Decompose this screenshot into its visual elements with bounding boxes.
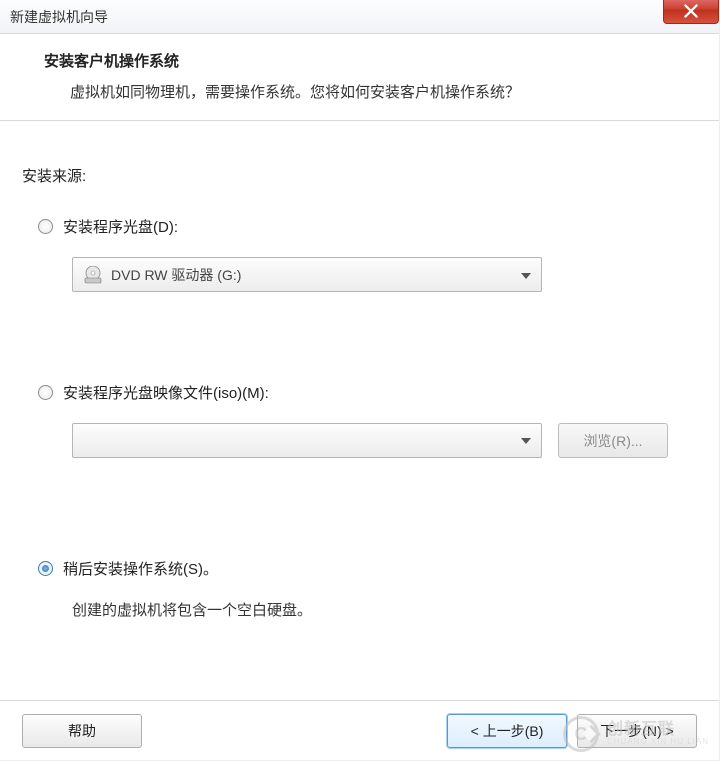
chevron-down-icon <box>511 424 541 457</box>
drive-select[interactable]: DVD RW 驱动器 (G:) <box>72 257 542 292</box>
chevron-down-icon <box>521 267 531 282</box>
titlebar: 新建虚拟机向导 <box>0 0 719 34</box>
iso-path-select[interactable] <box>72 423 542 458</box>
help-button[interactable]: 帮助 <box>22 714 142 748</box>
next-button-label: 下一步(N) > <box>600 721 674 741</box>
wizard-header: 安装客户机操作系统 虚拟机如同物理机，需要操作系统。您将如何安装客户机操作系统？ <box>0 34 719 121</box>
back-button-label: < 上一步(B) <box>471 721 544 741</box>
install-later-note: 创建的虚拟机将包含一个空白硬盘。 <box>72 599 697 620</box>
browse-button-label: 浏览(R)... <box>583 431 642 451</box>
radio-label: 安装程序光盘(D): <box>63 216 178 237</box>
drive-selected-value: DVD RW 驱动器 (G:) <box>111 265 521 285</box>
wizard-content: 安装客户机操作系统 虚拟机如同物理机，需要操作系统。您将如何安装客户机操作系统？… <box>0 34 719 620</box>
install-source-label: 安装来源: <box>22 165 697 186</box>
radio-icon <box>38 385 53 400</box>
page-title: 安装客户机操作系统 <box>44 50 697 71</box>
back-button[interactable]: < 上一步(B) <box>447 714 567 748</box>
page-description: 虚拟机如同物理机，需要操作系统。您将如何安装客户机操作系统？ <box>44 81 697 102</box>
iso-path-value <box>73 434 511 448</box>
radio-iso-file[interactable]: 安装程序光盘映像文件(iso)(M): <box>38 382 697 403</box>
window-title: 新建虚拟机向导 <box>10 7 108 27</box>
radio-install-later[interactable]: 稍后安装操作系统(S)。 <box>38 558 697 579</box>
close-icon <box>684 4 698 18</box>
radio-icon <box>38 561 53 576</box>
next-button[interactable]: 下一步(N) > <box>577 714 697 748</box>
radio-installer-disc[interactable]: 安装程序光盘(D): <box>38 216 697 237</box>
disc-drive-icon <box>83 266 103 284</box>
browse-button[interactable]: 浏览(R)... <box>558 423 668 458</box>
radio-label: 安装程序光盘映像文件(iso)(M): <box>63 382 269 403</box>
radio-label: 稍后安装操作系统(S)。 <box>63 558 218 579</box>
help-button-label: 帮助 <box>68 721 96 741</box>
option-iso-file: 安装程序光盘映像文件(iso)(M): 浏览(R)... <box>22 382 697 458</box>
option-installer-disc: 安装程序光盘(D): DVD RW 驱动器 (G:) <box>22 216 697 292</box>
radio-icon <box>38 219 53 234</box>
close-button[interactable] <box>663 0 719 24</box>
wizard-footer: 帮助 < 上一步(B) 下一步(N) > <box>0 700 719 760</box>
wizard-body: 安装来源: 安装程序光盘(D): DVD RW 驱动器 (G:) <box>0 121 719 620</box>
option-install-later: 稍后安装操作系统(S)。 创建的虚拟机将包含一个空白硬盘。 <box>22 558 697 620</box>
